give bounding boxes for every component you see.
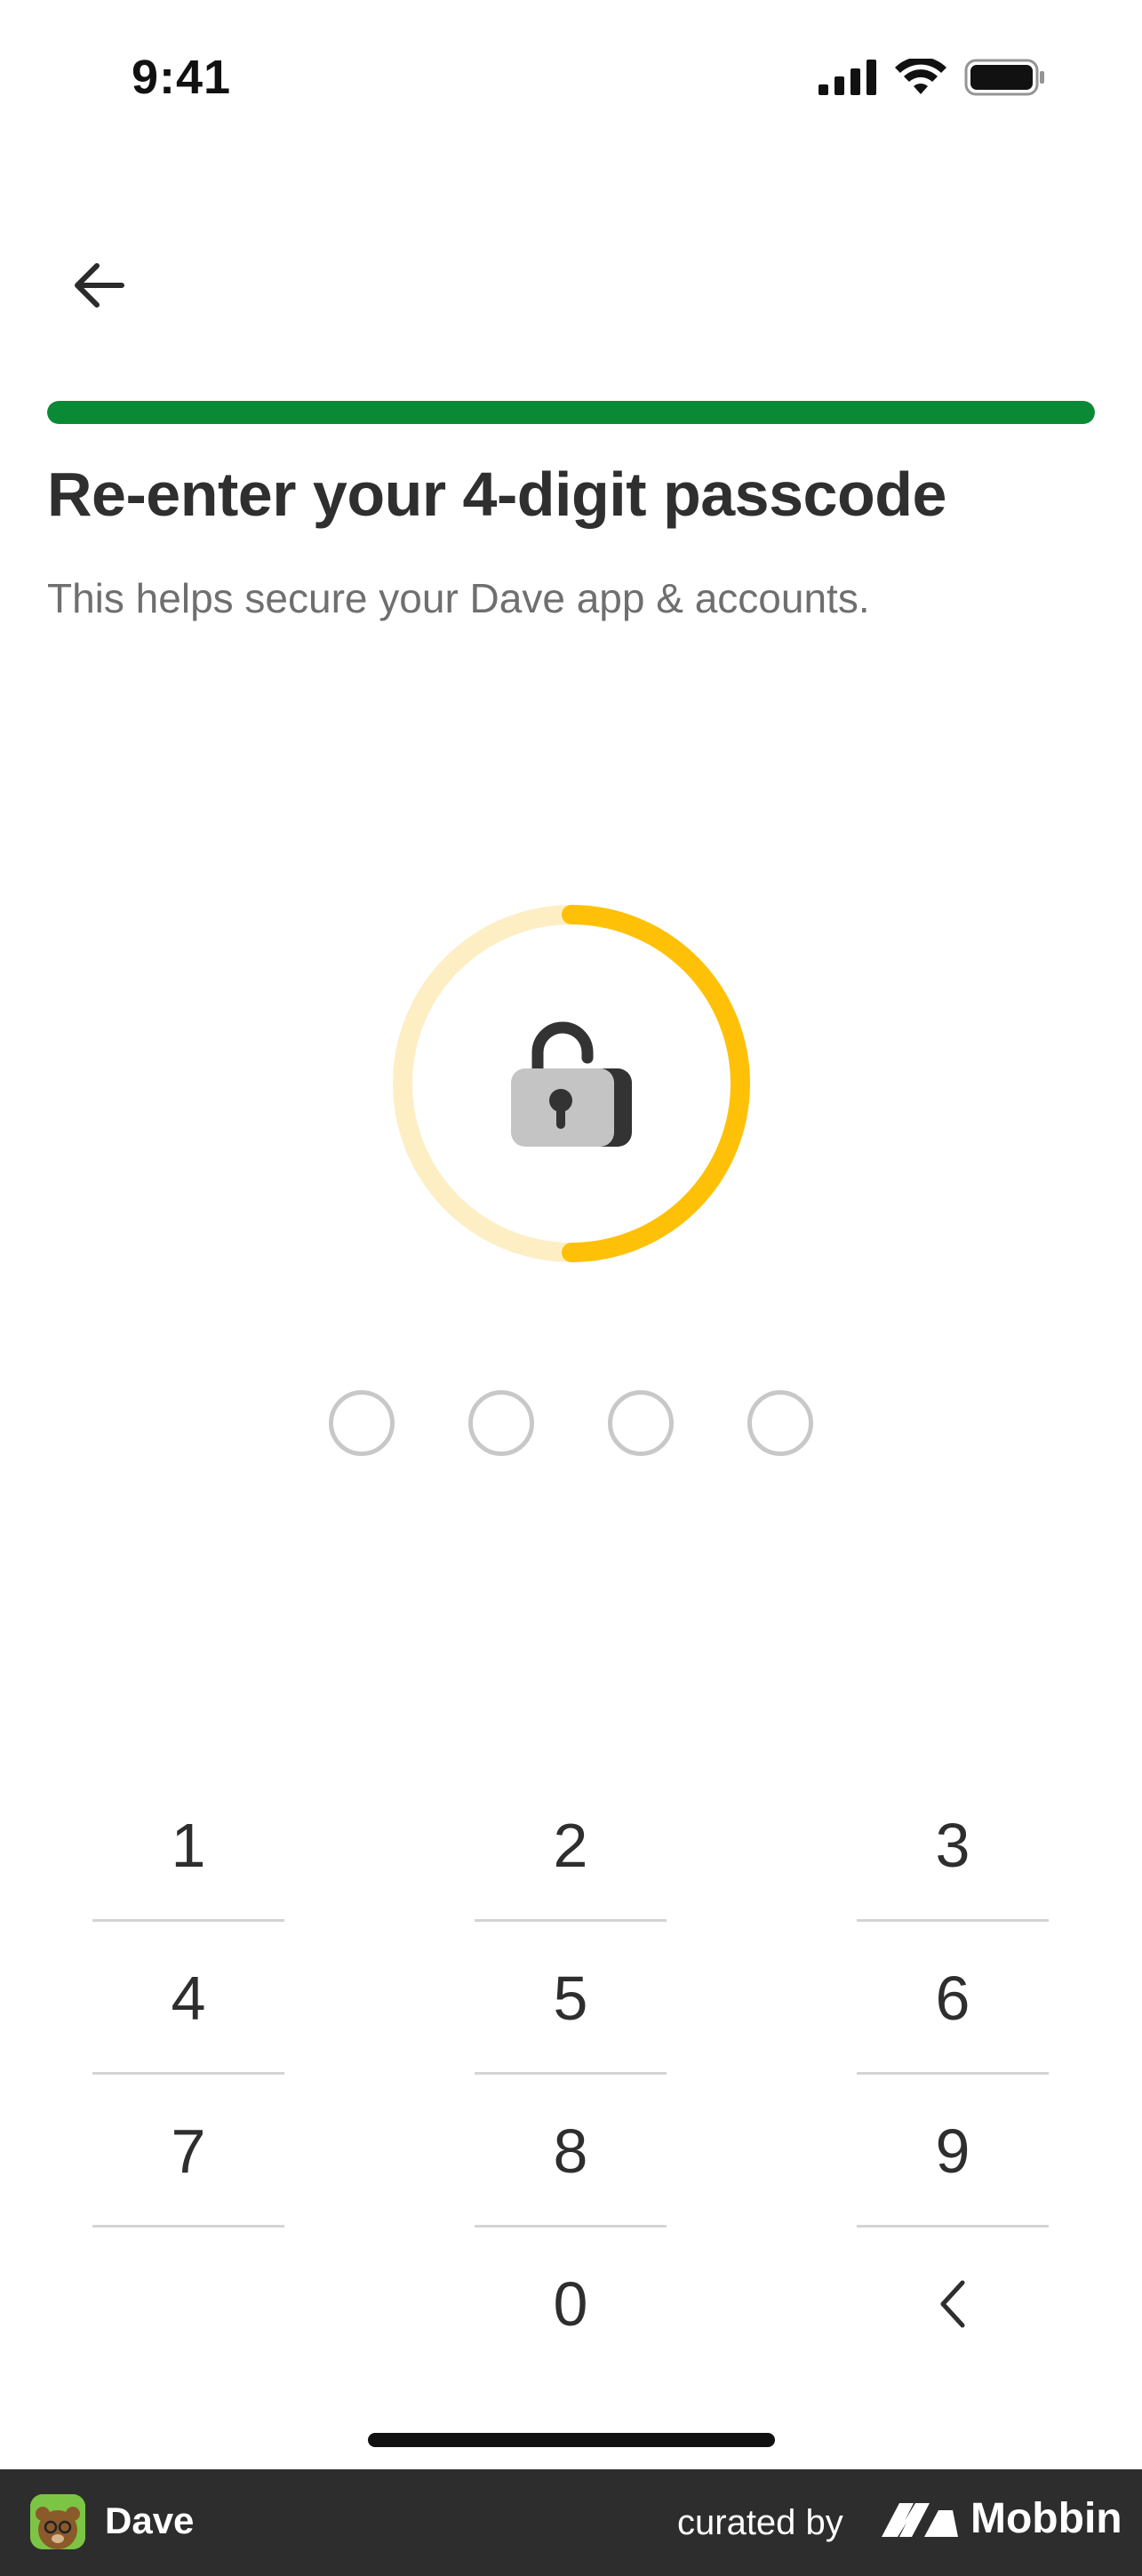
arrow-left-icon <box>75 263 124 308</box>
key-9[interactable]: 9 <box>857 2075 1049 2228</box>
passcode-lock-indicator <box>391 903 752 1264</box>
footer-curated-label: curated by <box>677 2503 843 2542</box>
key-8[interactable]: 8 <box>475 2075 667 2228</box>
back-button[interactable] <box>66 252 132 318</box>
progress-fill <box>47 401 1095 424</box>
page-title: Re-enter your 4-digit passcode <box>47 460 946 529</box>
passcode-dots <box>0 1390 1142 1456</box>
passcode-dot <box>329 1390 395 1456</box>
status-bar: 9:41 <box>0 0 1142 133</box>
lock-ring <box>393 905 750 1262</box>
key-4[interactable]: 4 <box>92 1922 284 2075</box>
key-0[interactable]: 0 <box>475 2228 667 2380</box>
footer-app-name: Dave <box>105 2500 195 2541</box>
footer-brand: Mobbin <box>880 2494 1122 2543</box>
page-subtitle: This helps secure your Dave app & accoun… <box>47 575 870 621</box>
keypad-row: 0 <box>0 2228 1142 2380</box>
chevron-left-icon <box>940 2280 965 2328</box>
battery-icon <box>964 59 1044 96</box>
passcode-dot <box>608 1390 674 1456</box>
keypad-row: 7 8 9 <box>0 2075 1142 2228</box>
key-6[interactable]: 6 <box>857 1922 1049 2075</box>
dave-bear-icon <box>30 2494 85 2549</box>
mobbin-logo-icon <box>882 2502 958 2537</box>
unlocked-padlock-icon <box>511 1021 632 1147</box>
app-icon <box>30 2494 85 2549</box>
key-3[interactable]: 3 <box>857 1769 1049 1922</box>
status-icons <box>819 59 1046 96</box>
passcode-dot <box>747 1390 813 1456</box>
key-2[interactable]: 2 <box>475 1769 667 1922</box>
keypad-row: 4 5 6 <box>0 1922 1142 2075</box>
key-7[interactable]: 7 <box>92 2075 284 2228</box>
signal-icon <box>819 60 876 95</box>
backspace-button[interactable] <box>857 2228 1049 2380</box>
key-1[interactable]: 1 <box>92 1769 284 1922</box>
passcode-dot <box>468 1390 534 1456</box>
keypad-row: 1 2 3 <box>0 1769 1142 1922</box>
key-5[interactable]: 5 <box>475 1922 667 2075</box>
onboarding-progress-bar <box>47 401 1095 424</box>
wifi-icon <box>895 59 946 94</box>
status-time: 9:41 <box>132 51 232 104</box>
footer-brand-name: Mobbin <box>970 2495 1122 2542</box>
home-indicator <box>368 2433 775 2447</box>
